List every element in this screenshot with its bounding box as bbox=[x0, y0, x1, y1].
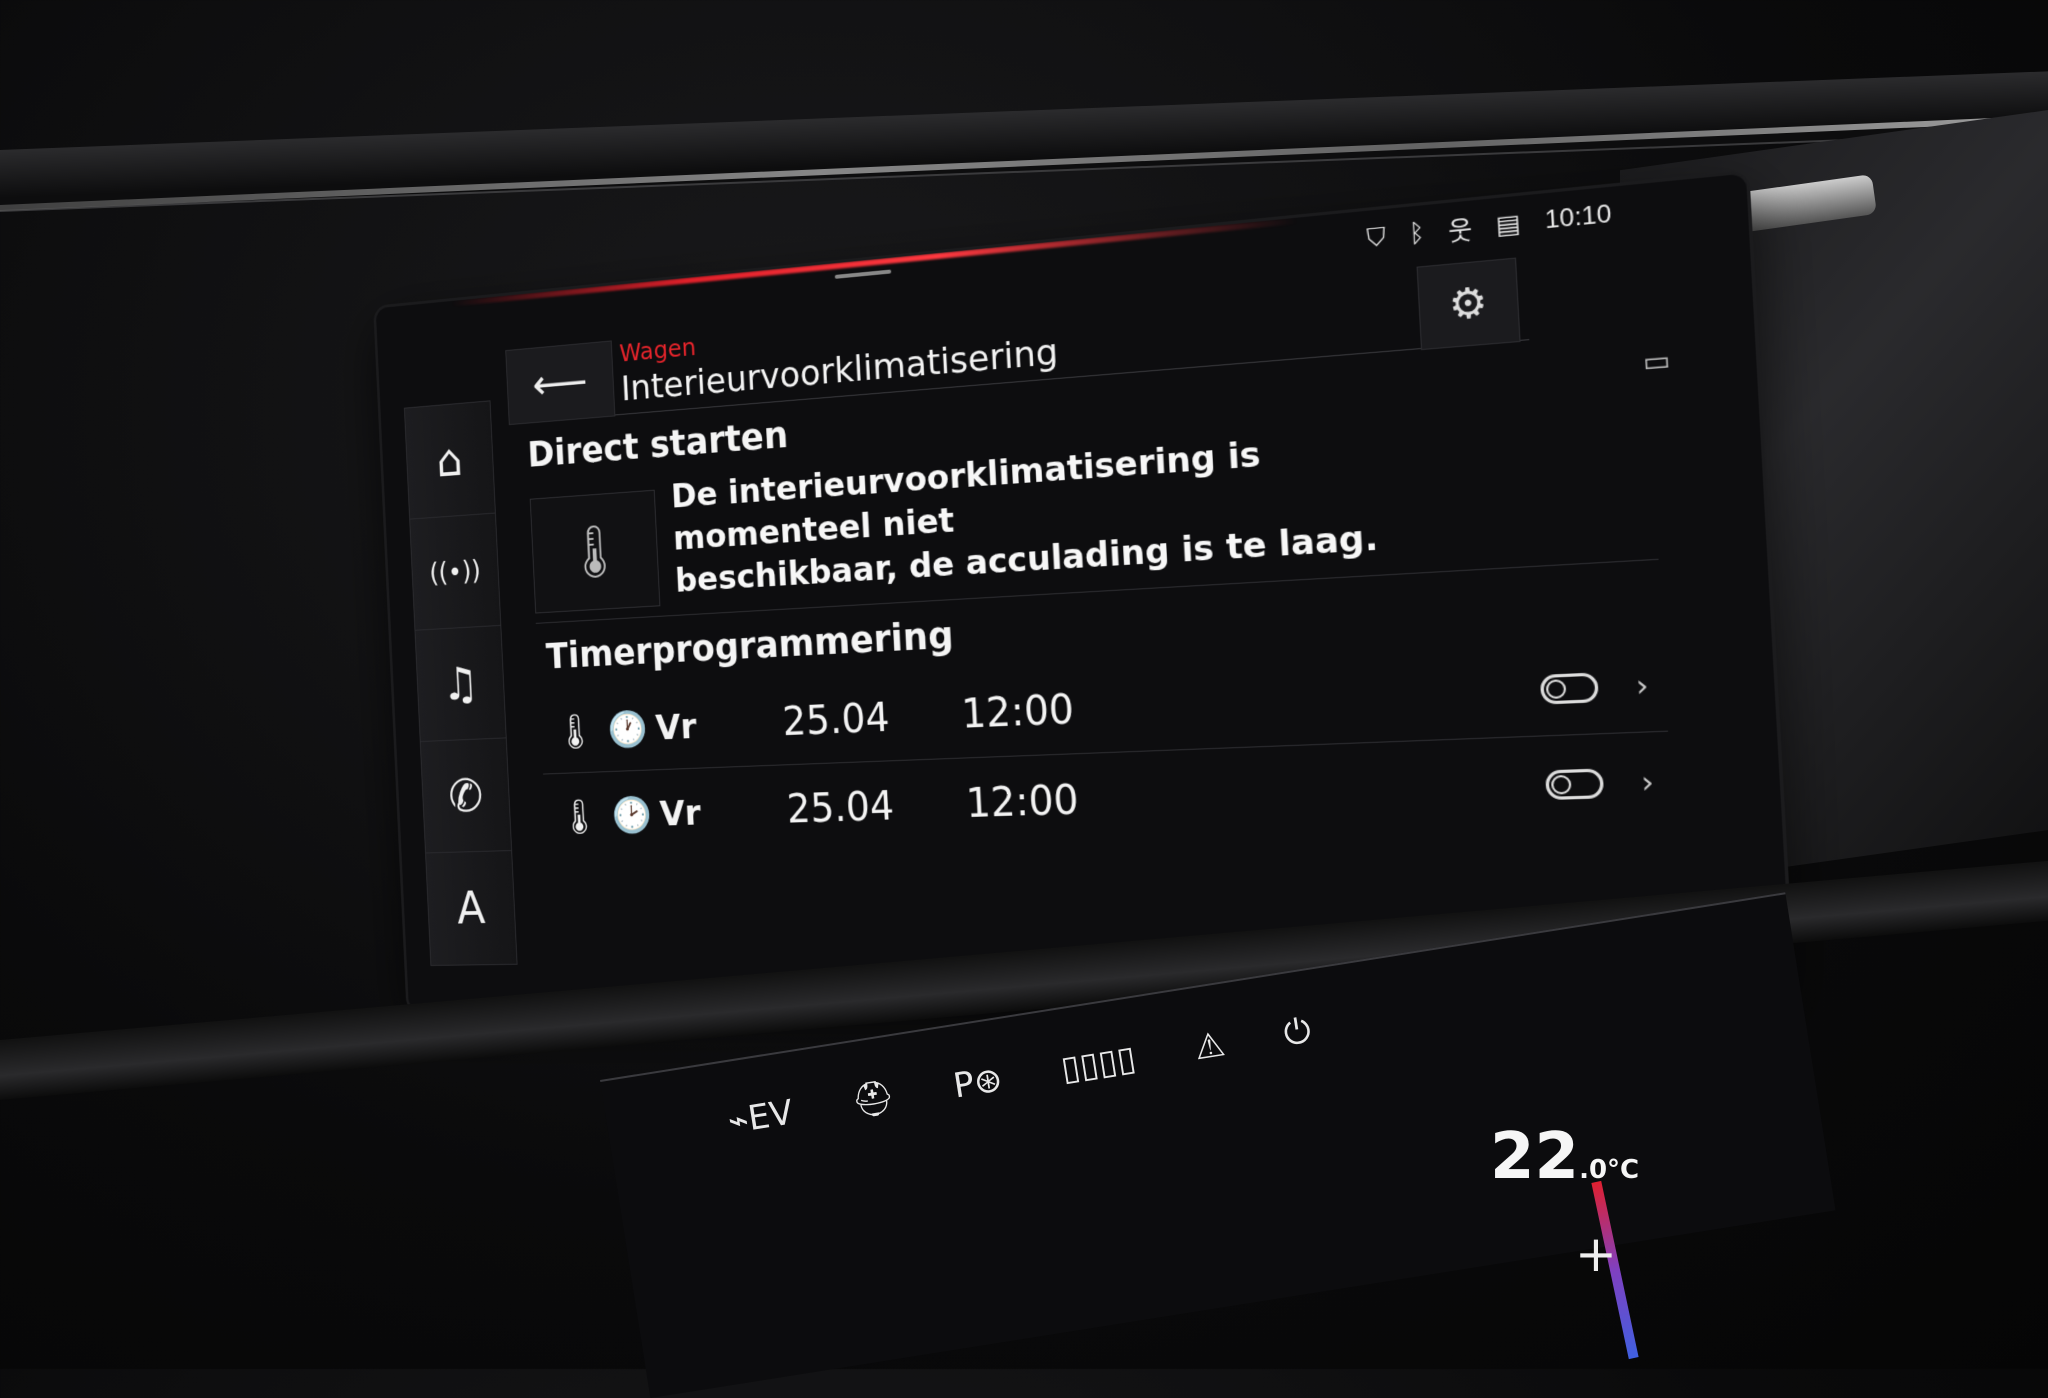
navigation-icon: A bbox=[455, 881, 487, 935]
park-assist-icon[interactable]: P⊛ bbox=[951, 1059, 1006, 1106]
climate-shortcut-bar: ⌁EV ⛑ P⊛ ▯▯▯▯ ⚠ ⏻ bbox=[725, 1010, 1314, 1142]
home-icon: ⌂ bbox=[435, 433, 464, 488]
nav-home-button[interactable]: ⌂ bbox=[404, 401, 496, 520]
status-bar: ⛉ ᛒ 웃 ▤ 10:10 bbox=[1366, 195, 1613, 255]
temperature-readout: 22.0°C bbox=[1490, 1120, 1639, 1194]
esc-off-icon[interactable]: ⚠ bbox=[1192, 1024, 1228, 1068]
nav-phone-button[interactable]: ✆ bbox=[420, 738, 512, 854]
temperature-value: 22 bbox=[1490, 1120, 1580, 1194]
status-clock: 10:10 bbox=[1543, 199, 1613, 235]
timer-2-clock-icon: 🕑 bbox=[611, 795, 654, 836]
parking-sensors-icon[interactable]: ▯▯▯▯ bbox=[1058, 1038, 1138, 1089]
timer-date: 25.04 bbox=[781, 695, 891, 745]
infotainment-screen: ⛉ ᛒ 웃 ▤ 10:10 ⌂ ((•)) ♫ ✆ A ⟵ Wagen Inte… bbox=[375, 173, 1792, 1011]
temperature-increase-button[interactable]: + bbox=[1575, 1225, 1617, 1283]
timer-1-toggle[interactable] bbox=[1539, 672, 1599, 705]
ev-mode-icon[interactable]: ⌁EV bbox=[725, 1093, 796, 1143]
timer-day: Vr bbox=[654, 706, 698, 748]
battery-icon: ▭ bbox=[1641, 344, 1672, 380]
timer-time: 12:00 bbox=[964, 777, 1080, 828]
back-arrow-icon: ⟵ bbox=[531, 356, 589, 410]
nav-media-button[interactable]: ♫ bbox=[415, 625, 506, 743]
passenger-icon: 웃 bbox=[1447, 215, 1473, 247]
thermometer-icon: 🌡 bbox=[563, 519, 627, 584]
pull-down-handle[interactable] bbox=[834, 269, 892, 279]
timer-date: 25.04 bbox=[785, 783, 896, 833]
timer-day: Vr bbox=[658, 793, 702, 834]
temperature-decimal: .0 bbox=[1579, 1155, 1608, 1185]
thermometer-icon: 🌡 bbox=[558, 797, 601, 838]
temperature-unit: °C bbox=[1607, 1155, 1640, 1185]
timer-1-clock-icon: 🕐 bbox=[607, 709, 649, 751]
display-power-icon[interactable]: ⏻ bbox=[1281, 1010, 1314, 1054]
phone-icon: ✆ bbox=[447, 768, 485, 823]
signal-icon: ▤ bbox=[1495, 207, 1522, 240]
radio-icon: ((•)) bbox=[428, 554, 482, 589]
back-button[interactable]: ⟵ bbox=[505, 340, 616, 426]
drive-assist-icon[interactable]: ⛑ bbox=[849, 1076, 898, 1122]
side-nav: ⌂ ((•)) ♫ ✆ A bbox=[403, 400, 518, 966]
timer-time: 12:00 bbox=[960, 686, 1076, 738]
chevron-right-icon[interactable]: › bbox=[1640, 764, 1655, 800]
direct-start-title: Direct starten bbox=[526, 413, 790, 476]
breadcrumb[interactable]: Wagen bbox=[619, 333, 697, 368]
nav-navigation-button[interactable]: A bbox=[426, 851, 517, 964]
timer-programming-title: Timerprogrammering bbox=[545, 614, 955, 678]
music-icon: ♫ bbox=[440, 656, 480, 711]
unavailable-message: De interieurvoorklimatisering is momente… bbox=[670, 416, 1486, 602]
timer-2-toggle[interactable] bbox=[1544, 768, 1604, 801]
settings-button[interactable]: ⚙ bbox=[1416, 257, 1521, 351]
bluetooth-icon: ᛒ bbox=[1408, 217, 1426, 248]
gear-icon: ⚙ bbox=[1447, 278, 1490, 330]
location-shield-icon: ⛉ bbox=[1365, 221, 1387, 252]
chevron-right-icon[interactable]: › bbox=[1635, 667, 1650, 703]
nav-radio-button[interactable]: ((•)) bbox=[410, 513, 501, 631]
direct-start-button[interactable]: 🌡 bbox=[529, 489, 661, 614]
thermometer-icon: 🌡 bbox=[554, 711, 597, 753]
